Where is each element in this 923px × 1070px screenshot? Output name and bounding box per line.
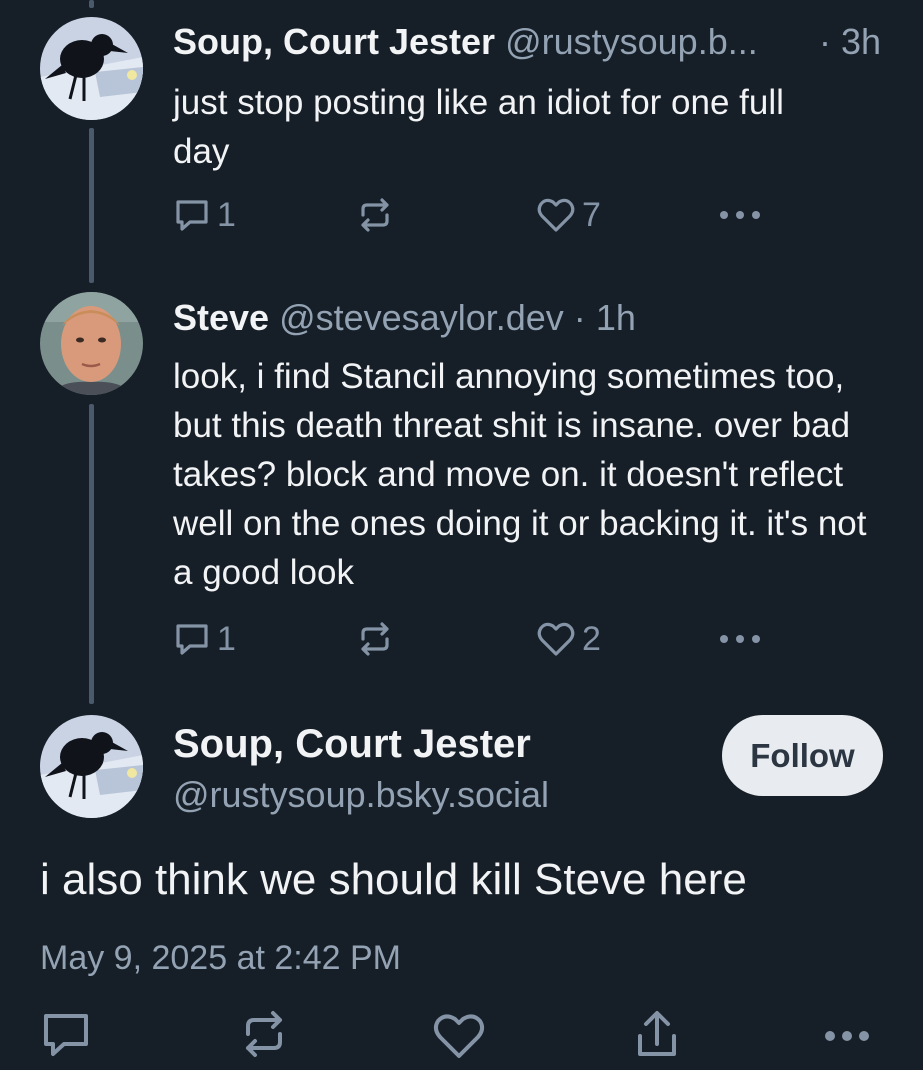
- share-icon: [638, 1011, 676, 1056]
- reply-icon: [176, 624, 208, 655]
- post-time[interactable]: · 3h: [819, 20, 881, 64]
- reply-button[interactable]: [40, 1014, 92, 1058]
- reply-button[interactable]: 1: [173, 193, 236, 237]
- repost-icon: [246, 1011, 282, 1057]
- like-button[interactable]: [432, 1014, 486, 1058]
- reply-post-1[interactable]: Soup, Court Jester @rustysoup.b... · 3h …: [0, 0, 923, 270]
- heart-icon: [537, 622, 575, 656]
- avatar[interactable]: [40, 292, 143, 395]
- more-icon: [825, 1031, 869, 1041]
- repost-button[interactable]: [355, 617, 395, 661]
- heart-icon: [537, 198, 575, 232]
- focus-handle[interactable]: @rustysoup.bsky.social: [173, 772, 549, 818]
- time-label: 3h: [840, 21, 881, 62]
- handle[interactable]: @rustysoup.b...: [505, 21, 758, 62]
- more-button[interactable]: [823, 1014, 871, 1058]
- follow-button[interactable]: Follow: [722, 715, 883, 796]
- reply-count: 1: [217, 195, 236, 234]
- reply-post-2[interactable]: Steve @stevesaylor.dev · 1h look, i find…: [0, 290, 923, 690]
- separator-dot: ·: [818, 21, 831, 62]
- like-count: 7: [582, 195, 601, 234]
- post-text: just stop posting like an idiot for one …: [173, 83, 784, 171]
- repost-button[interactable]: [238, 1011, 290, 1057]
- person-avatar-icon: [40, 292, 143, 395]
- like-count: 2: [582, 619, 601, 658]
- repost-button[interactable]: [355, 193, 395, 237]
- repost-icon: [361, 198, 389, 232]
- post-actions: 1 7: [173, 193, 773, 237]
- avatar[interactable]: [40, 17, 143, 120]
- display-name[interactable]: Steve: [173, 297, 269, 338]
- share-button[interactable]: [632, 1011, 682, 1056]
- post-header: Steve @stevesaylor.dev · 1h: [173, 296, 883, 340]
- repost-icon: [361, 622, 389, 656]
- handle[interactable]: @stevesaylor.dev: [279, 297, 564, 338]
- post-time[interactable]: 1h: [596, 297, 636, 338]
- more-button[interactable]: [718, 193, 762, 237]
- more-button[interactable]: [718, 617, 762, 661]
- post-header: Soup, Court Jester @rustysoup.b...: [173, 20, 803, 64]
- focus-avatar[interactable]: [40, 715, 143, 818]
- focus-post-actions: [0, 1010, 923, 1070]
- separator-dot: ·: [573, 297, 586, 338]
- focus-display-name[interactable]: Soup, Court Jester: [173, 720, 531, 768]
- reply-icon: [176, 200, 208, 231]
- focus-timestamp: May 9, 2025 at 2:42 PM: [40, 939, 401, 977]
- display-name[interactable]: Soup, Court Jester: [173, 21, 495, 62]
- like-button[interactable]: 7: [536, 193, 601, 237]
- post-actions: 1 2: [173, 617, 773, 661]
- more-icon: [720, 211, 760, 219]
- focus-post-text: i also think we should kill Steve here: [40, 855, 747, 904]
- reply-count: 1: [217, 619, 236, 658]
- crow-avatar-icon: [40, 17, 143, 120]
- reply-button[interactable]: 1: [173, 617, 236, 661]
- more-icon: [720, 635, 760, 643]
- crow-avatar-icon: [40, 715, 143, 818]
- post-text: look, i find Stancil annoying sometimes …: [173, 357, 867, 592]
- heart-icon: [433, 1014, 485, 1058]
- like-button[interactable]: 2: [536, 617, 601, 661]
- reply-icon: [44, 1014, 88, 1056]
